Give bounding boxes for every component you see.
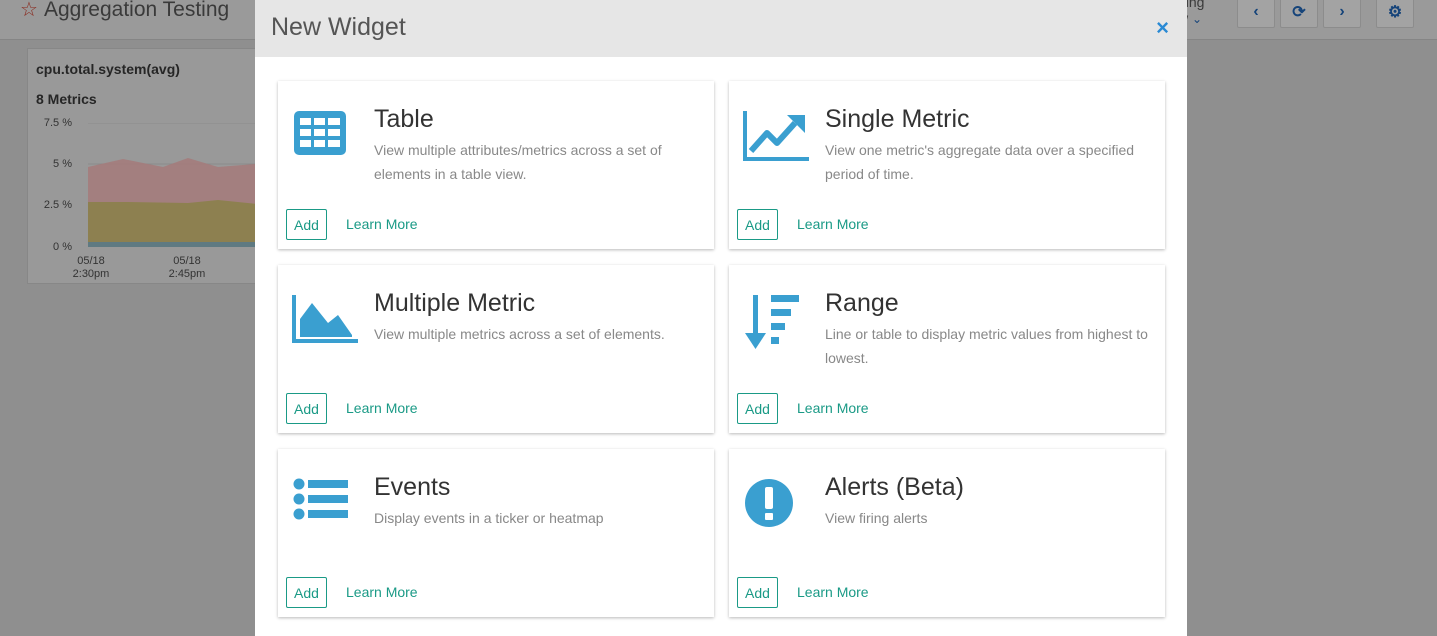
close-button[interactable]: × [1156, 17, 1169, 39]
refresh-icon: ⟳ [1292, 4, 1306, 21]
x-tick-time: 2:30pm [72, 268, 110, 280]
widget-description: Line or table to display metric values f… [825, 326, 1148, 366]
modal-title: New Widget [271, 13, 406, 41]
learn-more-single-metric-link[interactable]: Learn More [797, 216, 869, 232]
star-icon[interactable]: ☆ [20, 0, 38, 22]
chevron-right-icon: › [1339, 3, 1345, 20]
widget-description: View one metric's aggregate data over a … [825, 142, 1135, 182]
add-multiple-metric-button[interactable]: Add [286, 393, 327, 424]
chevron-down-icon: ⌄ [1192, 12, 1203, 26]
add-alerts-button[interactable]: Add [737, 577, 778, 608]
add-single-metric-button[interactable]: Add [737, 209, 778, 240]
y-tick: 7.5 % [43, 117, 72, 129]
metric-widget: cpu.total.system(avg) 8 Metrics 7.5 % 5 … [27, 48, 268, 284]
learn-more-alerts-link[interactable]: Learn More [797, 584, 869, 600]
x-tick: 05/18 2:30pm [66, 255, 116, 281]
table-icon [294, 111, 346, 155]
widget-description: View multiple attributes/metrics across … [374, 142, 662, 182]
widget-description: View firing alerts [825, 510, 928, 526]
y-tick: 2.5 % [43, 199, 72, 211]
metric-count: 8 Metrics [36, 91, 97, 107]
learn-more-events-link[interactable]: Learn More [346, 584, 418, 600]
add-events-button[interactable]: Add [286, 577, 327, 608]
widget-title: Alerts (Beta) [825, 473, 964, 501]
x-tick-time: 2:45pm [168, 268, 206, 280]
refresh-button[interactable]: ⟳ [1280, 0, 1318, 28]
dashboard-title: ☆ Aggregation Testing [20, 0, 229, 22]
area-chart-icon [292, 295, 358, 343]
widget-title: Table [374, 105, 434, 133]
add-range-button[interactable]: Add [737, 393, 778, 424]
widget-card-events: Events Display events in a ticker or hea… [278, 449, 714, 617]
dashboard-title-text: Aggregation Testing [43, 0, 230, 21]
list-icon [293, 478, 348, 520]
widget-card-table: Table View multiple attributes/metrics a… [278, 81, 714, 249]
next-button[interactable]: › [1323, 0, 1361, 28]
widget-description: View multiple metrics across a set of el… [374, 326, 665, 342]
exclamation-circle-icon [745, 479, 793, 527]
widget-title: Events [374, 473, 451, 501]
x-tick-date: 05/18 [77, 255, 105, 267]
widget-title: Single Metric [825, 105, 970, 133]
gear-icon: ⚙ [1387, 4, 1403, 21]
widget-card-alerts: Alerts (Beta) View firing alerts Add Lea… [729, 449, 1165, 617]
add-table-button[interactable]: Add [286, 209, 327, 240]
x-tick-date: 05/18 [173, 255, 201, 267]
x-tick: 05/18 2:45pm [162, 255, 212, 281]
chevron-left-icon: ‹ [1253, 3, 1259, 20]
y-tick: 0 % [53, 241, 72, 253]
y-tick: 5 % [53, 158, 72, 170]
widget-card-single-metric: Single Metric View one metric's aggregat… [729, 81, 1165, 249]
modal-header: New Widget × [255, 0, 1187, 57]
new-widget-modal: New Widget × Table View multiple attribu… [255, 0, 1187, 636]
previous-button[interactable]: ‹ [1237, 0, 1275, 28]
line-chart-icon [743, 111, 809, 161]
widget-description: Display events in a ticker or heatmap [374, 510, 604, 526]
metric-name: cpu.total.system(avg) [36, 61, 180, 77]
stacked-area-chart [88, 123, 268, 247]
learn-more-range-link[interactable]: Learn More [797, 400, 869, 416]
widget-card-range: Range Line or table to display metric va… [729, 265, 1165, 433]
learn-more-multiple-metric-link[interactable]: Learn More [346, 400, 418, 416]
widget-title: Range [825, 289, 899, 317]
sort-desc-icon [745, 295, 799, 349]
widget-title: Multiple Metric [374, 289, 536, 317]
settings-button[interactable]: ⚙ [1376, 0, 1414, 28]
learn-more-table-link[interactable]: Learn More [346, 216, 418, 232]
widget-card-multiple-metric: Multiple Metric View multiple metrics ac… [278, 265, 714, 433]
